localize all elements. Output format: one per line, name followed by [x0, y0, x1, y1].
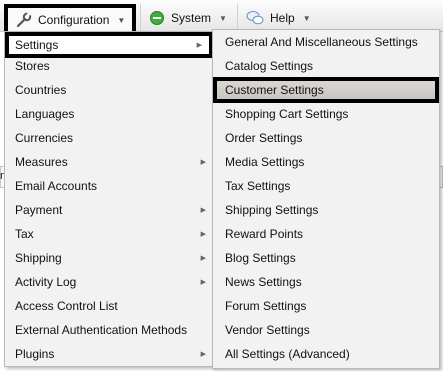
config-menu-item-label: Stores	[15, 59, 50, 73]
config-menu-item-label: Settings	[15, 38, 59, 52]
settings-menu-item[interactable]: Blog Settings	[213, 246, 439, 270]
submenu-arrow-icon: ▶	[196, 42, 202, 49]
config-menu-item-label: Payment	[15, 203, 63, 217]
config-menu-item-label: Countries	[15, 83, 67, 97]
settings-submenu: General And Miscellaneous Settings Catalo…	[212, 29, 440, 369]
chevron-down-icon: ▼	[117, 15, 126, 25]
config-menu-item-label: Access Control List	[15, 299, 118, 313]
config-menu-item[interactable]: Plugins ▶	[5, 342, 213, 366]
settings-menu-item-label: All Settings (Advanced)	[225, 347, 350, 361]
config-menu-item-label: Plugins	[15, 347, 55, 361]
settings-menu-item-label: News Settings	[225, 275, 302, 289]
chevron-down-icon: ▼	[219, 13, 227, 23]
config-menu-item-label: Shipping	[15, 251, 62, 265]
settings-menu-item-label: Reward Points	[225, 227, 304, 241]
settings-menu-item[interactable]: All Settings (Advanced)	[213, 342, 439, 366]
config-menu-item-label: Email Accounts	[15, 179, 98, 193]
submenu-arrow-icon: ▶	[200, 159, 206, 166]
config-menu-item[interactable]: Countries	[5, 78, 213, 102]
menu-system[interactable]: System ▼	[140, 4, 236, 32]
submenu-arrow-icon: ▶	[200, 231, 206, 238]
settings-menu-item[interactable]: Vendor Settings	[213, 318, 439, 342]
config-menu-item-label: Measures	[15, 155, 68, 169]
green-circle-icon	[149, 10, 165, 26]
config-menu-item[interactable]: Shipping ▶	[5, 246, 213, 270]
config-menu-item[interactable]: Email Accounts	[5, 174, 213, 198]
settings-menu-item-label: Tax Settings	[225, 179, 291, 193]
settings-menu-item-label: Media Settings	[225, 155, 305, 169]
top-menubar: Configuration ▼ System ▼ Help ▼	[0, 0, 443, 32]
settings-item-customer-settings[interactable]: Customer Settings	[213, 77, 439, 103]
settings-menu-item-label: Order Settings	[225, 131, 303, 145]
config-menu-item[interactable]: Activity Log ▶	[5, 270, 213, 294]
settings-menu-item-label: Blog Settings	[225, 251, 296, 265]
config-menu-item-label: Currencies	[15, 131, 74, 145]
settings-menu-item-label: Shipping Settings	[225, 203, 319, 217]
settings-menu-item[interactable]: Tax Settings	[213, 174, 439, 198]
chat-bubbles-icon	[246, 10, 264, 26]
config-menu-item[interactable]: Currencies	[5, 126, 213, 150]
config-menu-item[interactable]: Measures ▶	[5, 150, 213, 174]
settings-menu-item-label: Forum Settings	[225, 299, 307, 313]
settings-menu-item-label: General And Miscellaneous Settings	[225, 35, 418, 49]
config-menu-item[interactable]: Tax ▶	[5, 222, 213, 246]
submenu-arrow-icon: ▶	[200, 351, 206, 358]
menu-help[interactable]: Help ▼	[237, 4, 317, 32]
settings-menu-item[interactable]: General And Miscellaneous Settings	[213, 30, 439, 54]
configuration-dropdown: Settings ▶ Stores Countries Languages Currenc…	[4, 31, 214, 367]
settings-menu-item[interactable]: Shipping Settings	[213, 198, 439, 222]
wrench-icon	[16, 12, 32, 28]
config-menu-item-label: Tax	[15, 227, 34, 241]
submenu-arrow-icon: ▶	[200, 255, 206, 262]
menu-system-label: System	[171, 11, 212, 25]
settings-menu-item[interactable]: Order Settings	[213, 126, 439, 150]
settings-menu-item-label: Vendor Settings	[225, 323, 310, 337]
menu-help-label: Help	[270, 11, 295, 25]
settings-menu-item[interactable]: Catalog Settings	[213, 54, 439, 78]
config-menu-item-label: External Authentication Methods	[15, 323, 188, 337]
config-menu-item[interactable]: Access Control List	[5, 294, 213, 318]
config-menu-item[interactable]: Languages	[5, 102, 213, 126]
settings-menu-item[interactable]: News Settings	[213, 270, 439, 294]
config-menu-item-label: Activity Log	[15, 275, 77, 289]
config-menu-item-label: Languages	[15, 107, 75, 121]
settings-menu-item[interactable]: Reward Points	[213, 222, 439, 246]
config-menu-item[interactable]: External Authentication Methods	[5, 318, 213, 342]
settings-menu-item[interactable]: Media Settings	[213, 150, 439, 174]
settings-menu-item-label: Customer Settings	[225, 83, 324, 97]
config-menu-item[interactable]: Payment ▶	[5, 198, 213, 222]
submenu-arrow-icon: ▶	[200, 207, 206, 214]
submenu-arrow-icon: ▶	[200, 279, 206, 286]
menu-configuration[interactable]: Configuration ▼	[4, 4, 136, 32]
chevron-down-icon: ▼	[302, 13, 311, 23]
settings-menu-item[interactable]: Shopping Cart Settings	[213, 102, 439, 126]
menu-configuration-label: Configuration	[38, 13, 110, 27]
settings-menu-item[interactable]: Forum Settings	[213, 294, 439, 318]
settings-menu-item-label: Shopping Cart Settings	[225, 107, 349, 121]
config-menu-item[interactable]: Stores	[5, 54, 213, 78]
settings-menu-item-label: Catalog Settings	[225, 59, 314, 73]
